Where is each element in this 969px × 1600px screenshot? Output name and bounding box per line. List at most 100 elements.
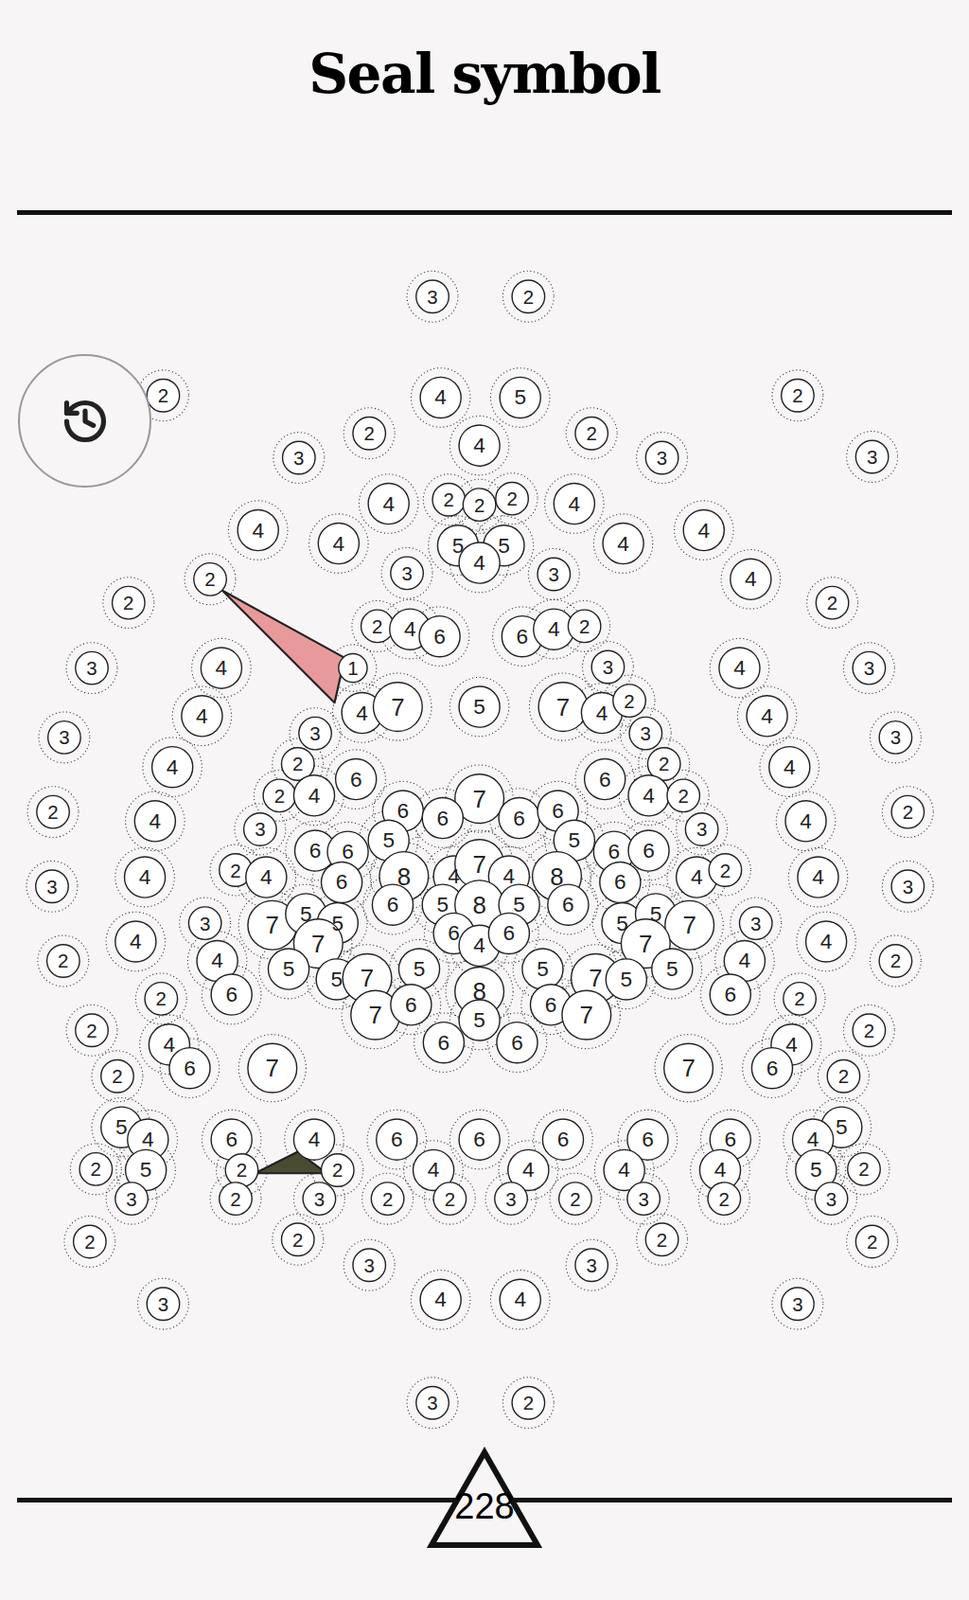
- number-circle[interactable]: [146, 1286, 179, 1320]
- number-circle[interactable]: [538, 682, 588, 732]
- number-circle[interactable]: [879, 944, 912, 977]
- number-circle[interactable]: [547, 883, 589, 925]
- number-circle[interactable]: [496, 1021, 538, 1063]
- number-circle[interactable]: [293, 775, 335, 816]
- number-circle[interactable]: [827, 1059, 860, 1093]
- number-circle[interactable]: [169, 1047, 211, 1089]
- number-circle[interactable]: [855, 440, 888, 473]
- number-circle[interactable]: [422, 797, 463, 839]
- number-circle[interactable]: [419, 616, 460, 657]
- number-circle[interactable]: [537, 557, 570, 590]
- number-circle[interactable]: [567, 609, 600, 642]
- number-circle[interactable]: [665, 899, 715, 950]
- number-circle[interactable]: [664, 1042, 714, 1093]
- number-circle[interactable]: [599, 861, 641, 902]
- number-circle[interactable]: [602, 523, 644, 564]
- number-circle[interactable]: [398, 948, 440, 989]
- number-circle[interactable]: [115, 920, 157, 962]
- number-circle[interactable]: [263, 778, 296, 811]
- number-circle[interactable]: [134, 800, 176, 842]
- number-circle[interactable]: [390, 556, 423, 589]
- number-circle[interactable]: [683, 510, 724, 551]
- number-circle[interactable]: [891, 794, 924, 828]
- number-circle[interactable]: [390, 984, 432, 1025]
- number-circle[interactable]: [352, 1248, 386, 1281]
- number-circle[interactable]: [645, 440, 678, 474]
- number-circle[interactable]: [152, 746, 194, 788]
- number-circle[interactable]: [237, 510, 279, 551]
- number-circle[interactable]: [667, 778, 700, 811]
- number-circle[interactable]: [498, 797, 540, 839]
- number-circle[interactable]: [219, 1181, 252, 1215]
- number-circle[interactable]: [458, 1118, 500, 1160]
- number-circle[interactable]: [75, 1013, 108, 1046]
- number-circle[interactable]: [188, 906, 221, 939]
- number-circle[interactable]: [79, 1152, 112, 1185]
- number-circle[interactable]: [299, 716, 332, 749]
- number-circle[interactable]: [101, 1059, 134, 1093]
- number-circle[interactable]: [575, 416, 608, 449]
- number-circle[interactable]: [432, 483, 465, 516]
- number-circle[interactable]: [361, 609, 394, 642]
- number-circle[interactable]: [806, 920, 847, 962]
- number-circle[interactable]: [709, 973, 751, 1015]
- number-circle[interactable]: [144, 982, 177, 1015]
- number-circle[interactable]: [852, 651, 885, 684]
- number-circle[interactable]: [433, 1181, 466, 1215]
- number-circle[interactable]: [376, 1118, 418, 1160]
- number-circle[interactable]: [282, 440, 316, 474]
- number-circle[interactable]: [146, 379, 179, 412]
- number-circle[interactable]: [373, 682, 423, 732]
- number-circle[interactable]: [200, 647, 242, 688]
- number-circle[interactable]: [371, 883, 413, 925]
- number-circle[interactable]: [629, 716, 662, 749]
- number-circle[interactable]: [815, 585, 848, 618]
- number-circle[interactable]: [891, 869, 924, 902]
- number-circle[interactable]: [685, 812, 718, 846]
- number-circle[interactable]: [47, 944, 80, 977]
- number-circle[interactable]: [352, 416, 386, 449]
- number-circle[interactable]: [317, 523, 359, 564]
- number-circle[interactable]: [422, 1021, 464, 1063]
- number-circle[interactable]: [628, 829, 670, 871]
- number-circle[interactable]: [458, 999, 500, 1040]
- number-circle[interactable]: [112, 585, 145, 618]
- number-circle[interactable]: [335, 758, 377, 800]
- number-circle[interactable]: [708, 853, 741, 886]
- number-circle[interactable]: [591, 650, 624, 683]
- number-circle[interactable]: [458, 542, 500, 583]
- number-circle[interactable]: [781, 379, 814, 412]
- number-circle[interactable]: [522, 948, 564, 989]
- number-circle[interactable]: [511, 280, 545, 313]
- number-circle[interactable]: [707, 1181, 740, 1215]
- number-circle[interactable]: [73, 1224, 106, 1257]
- number-circle[interactable]: [511, 1386, 545, 1419]
- number-circle[interactable]: [562, 989, 612, 1040]
- number-circle[interactable]: [769, 746, 811, 788]
- number-circle[interactable]: [852, 1013, 885, 1046]
- number-circle[interactable]: [613, 684, 646, 717]
- number-circle[interactable]: [321, 861, 363, 902]
- number-circle[interactable]: [746, 695, 788, 737]
- number-circle[interactable]: [559, 1181, 592, 1215]
- number-circle[interactable]: [302, 1181, 335, 1215]
- number-circle[interactable]: [211, 973, 252, 1015]
- number-circle[interactable]: [244, 812, 277, 846]
- number-circle[interactable]: [48, 721, 81, 754]
- number-circle[interactable]: [416, 280, 449, 313]
- number-circle[interactable]: [181, 695, 223, 737]
- number-circle[interactable]: [36, 794, 70, 828]
- number-circle[interactable]: [499, 1278, 541, 1320]
- number-circle[interactable]: [458, 424, 500, 466]
- number-circle[interactable]: [814, 1181, 847, 1215]
- number-circle[interactable]: [420, 1278, 461, 1320]
- number-circle[interactable]: [193, 563, 227, 596]
- number-circle[interactable]: [739, 906, 772, 939]
- number-circle[interactable]: [605, 958, 647, 1000]
- number-circle[interactable]: [246, 856, 287, 898]
- number-circle[interactable]: [584, 758, 626, 800]
- number-circle[interactable]: [628, 775, 670, 816]
- number-circle[interactable]: [879, 721, 912, 754]
- number-circle[interactable]: [321, 1153, 354, 1186]
- number-circle[interactable]: [645, 1222, 678, 1255]
